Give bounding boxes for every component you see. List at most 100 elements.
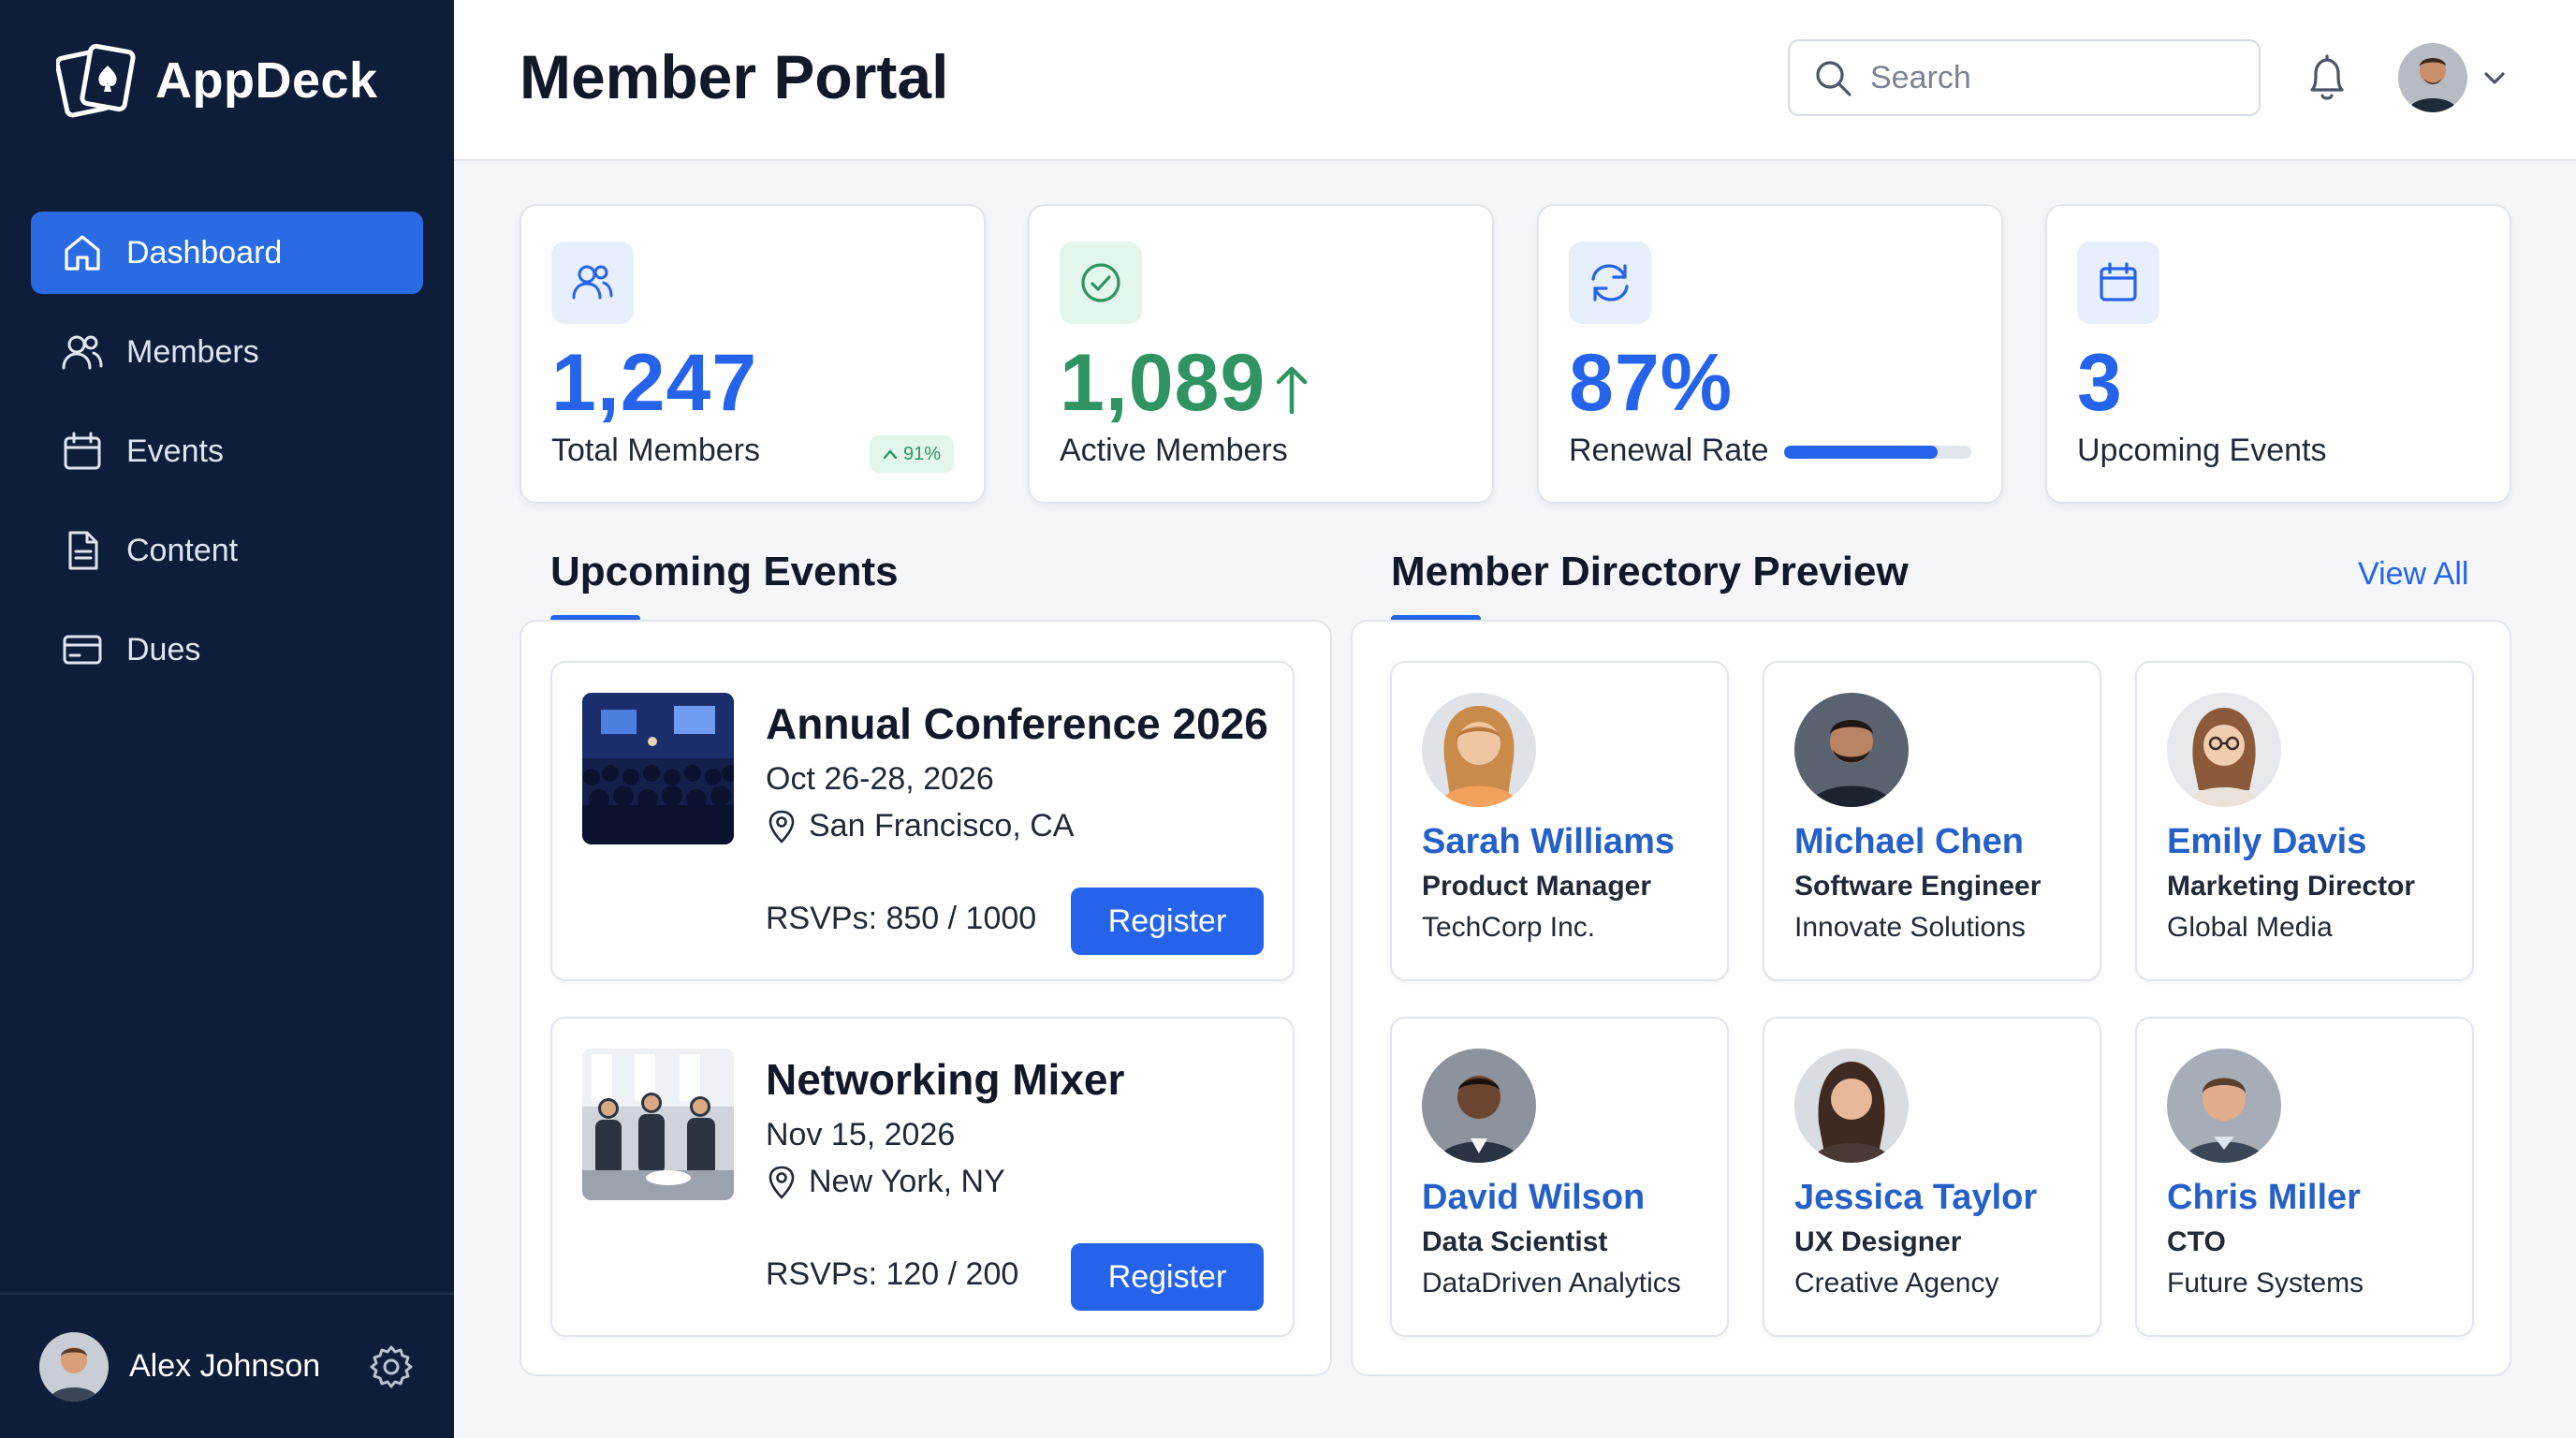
avatar xyxy=(1422,693,1536,807)
stat-card-total-members[interactable]: 1,247 Total Members 91% xyxy=(520,204,986,504)
register-button[interactable]: Register xyxy=(1071,888,1264,955)
event-date: Oct 26-28, 2026 xyxy=(766,761,994,797)
avatar xyxy=(1794,693,1909,807)
refresh-icon xyxy=(1591,264,1629,301)
member-role: Product Manager xyxy=(1422,871,1652,902)
register-button[interactable]: Register xyxy=(1071,1243,1264,1311)
search-icon xyxy=(1816,61,1852,96)
stat-icon-bg xyxy=(551,242,634,324)
brand-name: AppDeck xyxy=(155,52,378,109)
stat-label: Renewal Rate xyxy=(1569,433,1769,468)
bell-icon[interactable] xyxy=(2303,52,2351,105)
sidebar-item-label: Events xyxy=(126,433,224,469)
event-rsvp: RSVPs: 850 / 1000 xyxy=(766,901,1037,936)
event-card[interactable]: Annual Conference 2026 Oct 26-28, 2026 S… xyxy=(550,661,1295,981)
renewal-progress-bar xyxy=(1784,446,1971,459)
sidebar-nav: Dashboard Members Events Content Dues xyxy=(31,212,423,708)
event-title: Annual Conference 2026 xyxy=(766,699,1268,748)
event-image xyxy=(582,693,734,844)
member-role: Data Scientist xyxy=(1422,1226,1608,1257)
stat-icon-bg xyxy=(1569,242,1651,324)
member-name: Chris Miller xyxy=(2167,1178,2361,1217)
stat-value: 3 xyxy=(2077,338,2123,428)
member-card[interactable]: Chris Miller CTO Future Systems xyxy=(2135,1017,2474,1337)
avatar[interactable] xyxy=(2398,43,2467,112)
events-section-title: Upcoming Events xyxy=(550,549,899,594)
event-image xyxy=(582,1049,734,1200)
member-name: Jessica Taylor xyxy=(1794,1178,2038,1217)
sidebar-item-dues[interactable]: Dues xyxy=(31,609,423,691)
event-location: New York, NY xyxy=(766,1164,1005,1200)
sidebar-item-label: Dashboard xyxy=(126,234,283,271)
arrow-up-icon xyxy=(1276,366,1308,415)
app-root: AppDeck Dashboard Members Events Content… xyxy=(0,0,2576,1438)
users-icon xyxy=(61,330,104,374)
member-name: Sarah Williams xyxy=(1422,822,1675,861)
check-circle-icon xyxy=(1081,263,1120,302)
view-all-link[interactable]: View All xyxy=(2358,556,2468,593)
member-card[interactable]: David Wilson Data Scientist DataDriven A… xyxy=(1390,1017,1729,1337)
member-name: Emily Davis xyxy=(2167,822,2367,861)
sidebar-item-label: Dues xyxy=(126,631,201,668)
member-card[interactable]: Sarah Williams Product Manager TechCorp … xyxy=(1390,661,1729,981)
top-header: Member Portal xyxy=(454,0,2576,161)
home-icon xyxy=(61,231,104,274)
member-company: DataDriven Analytics xyxy=(1422,1268,1681,1299)
event-title: Networking Mixer xyxy=(766,1055,1125,1104)
page-title: Member Portal xyxy=(520,42,949,111)
gear-icon[interactable] xyxy=(368,1343,415,1390)
member-company: Creative Agency xyxy=(1794,1268,1999,1299)
event-location: San Francisco, CA xyxy=(766,808,1074,844)
event-date: Nov 15, 2026 xyxy=(766,1117,956,1152)
member-role: Software Engineer xyxy=(1794,871,2042,902)
stat-value: 1,089 xyxy=(1060,338,1266,428)
member-company: Global Media xyxy=(2167,912,2333,943)
stat-label: Total Members xyxy=(551,433,760,468)
member-company: Innovate Solutions xyxy=(1794,912,2026,943)
search-box[interactable] xyxy=(1788,39,2261,116)
trend-badge: 91% xyxy=(870,435,955,473)
chevron-down-icon[interactable] xyxy=(2481,66,2509,90)
member-card[interactable]: Michael Chen Software Engineer Innovate … xyxy=(1763,661,2101,981)
avatar xyxy=(1794,1049,1909,1163)
directory-section-title: Member Directory Preview xyxy=(1391,549,1909,594)
sidebar: AppDeck Dashboard Members Events Content… xyxy=(0,0,454,1438)
stat-label: Active Members xyxy=(1060,433,1288,468)
member-role: CTO xyxy=(2167,1226,2226,1257)
stat-card-upcoming-events[interactable]: 3 Upcoming Events xyxy=(2045,204,2511,504)
member-card[interactable]: Emily Davis Marketing Director Global Me… xyxy=(2135,661,2474,981)
user-name: Alex Johnson xyxy=(129,1348,321,1384)
stat-card-renewal-rate[interactable]: 87% Renewal Rate xyxy=(1537,204,2003,504)
stat-value: 87% xyxy=(1569,338,1734,428)
stat-icon-bg xyxy=(1060,242,1142,324)
stat-icon-bg xyxy=(2077,242,2159,324)
avatar xyxy=(2167,693,2281,807)
sidebar-user: Alex Johnson xyxy=(0,1293,454,1438)
avatar[interactable] xyxy=(39,1331,109,1401)
sidebar-item-dashboard[interactable]: Dashboard xyxy=(31,212,423,294)
cards-logo-icon xyxy=(56,43,136,118)
event-card[interactable]: Networking Mixer Nov 15, 2026 New York, … xyxy=(550,1017,1295,1337)
event-location-text: San Francisco, CA xyxy=(809,808,1075,844)
location-pin-icon xyxy=(768,1166,795,1199)
avatar xyxy=(2167,1049,2281,1163)
member-role: UX Designer xyxy=(1794,1226,1962,1257)
sidebar-item-content[interactable]: Content xyxy=(31,509,423,592)
brand[interactable]: AppDeck xyxy=(56,41,378,120)
stat-value: 1,247 xyxy=(551,338,758,428)
member-company: TechCorp Inc. xyxy=(1422,912,1596,943)
member-name: Michael Chen xyxy=(1794,822,2024,861)
credit-card-icon xyxy=(61,628,104,671)
calendar-icon xyxy=(61,430,104,473)
member-name: David Wilson xyxy=(1422,1178,1646,1217)
event-location-text: New York, NY xyxy=(809,1164,1005,1199)
sidebar-item-members[interactable]: Members xyxy=(31,311,423,393)
document-icon xyxy=(61,529,104,572)
member-role: Marketing Director xyxy=(2167,871,2416,902)
member-company: Future Systems xyxy=(2167,1268,2364,1299)
stat-card-active-members[interactable]: 1,089 Active Members xyxy=(1028,204,1494,504)
member-card[interactable]: Jessica Taylor UX Designer Creative Agen… xyxy=(1763,1017,2101,1337)
sidebar-item-events[interactable]: Events xyxy=(31,410,423,492)
progress-fill xyxy=(1784,446,1938,459)
search-input[interactable] xyxy=(1870,59,2226,96)
